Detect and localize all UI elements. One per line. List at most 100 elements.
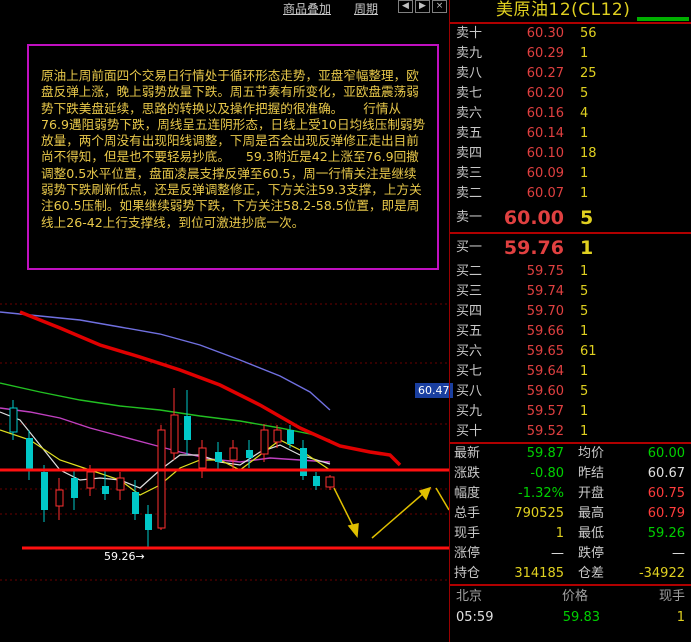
stat-label: 开盘	[578, 486, 605, 501]
stat-label: 最低	[578, 526, 605, 541]
bid-price: 59.64	[526, 364, 564, 379]
ask-price: 60.30	[526, 26, 564, 41]
bid-volume: 1	[580, 364, 589, 379]
bid-row[interactable]: 买七 59.64 1	[450, 362, 691, 382]
stats-row: 最新 59.87 均价 60.00	[450, 444, 691, 464]
bid-volume: 5	[580, 284, 589, 299]
bid-row[interactable]: 买十 59.52 1	[450, 422, 691, 442]
kline-chart[interactable]: 商品叠加 周期 ◀ ▶ × 原油上周前面四个交易日行情处于循环形态走势，亚盘窄幅…	[0, 0, 453, 642]
bid-price: 59.75	[526, 264, 564, 279]
stat-value: 59.87	[526, 446, 564, 461]
stats-table: 最新 59.87 均价 60.00 涨跌 -0.80 昨结 60.67 幅度 -1.32% 开盘 60…	[450, 444, 691, 584]
stats-row: 总手 790525 最高 60.79	[450, 504, 691, 524]
bid-volume: 61	[580, 344, 597, 359]
current-price-tag: 60.47	[415, 383, 453, 398]
ask-book: 卖十 60.30 56 卖九 60.29 1 卖八 60.27 25 卖七 60.20 5 卖六 60.1…	[450, 24, 691, 232]
bid-label: 买四	[456, 304, 483, 319]
ask-row[interactable]: 卖三 60.09 1	[450, 164, 691, 184]
bid-price: 59.57	[526, 404, 564, 419]
stats-row: 现手 1 最低 59.26	[450, 524, 691, 544]
ask-price: 60.09	[526, 166, 564, 181]
ask-price: 60.27	[526, 66, 564, 81]
bid-price: 59.66	[526, 324, 564, 339]
bid-row[interactable]: 买八 59.60 5	[450, 382, 691, 402]
ask-price: 60.10	[526, 146, 564, 161]
stat-value: -0.80	[530, 466, 564, 481]
instrument-title: 美原油12(CL12)	[496, 0, 631, 20]
ticks-header: 北京 价格 现手	[450, 586, 691, 608]
ask-volume: 18	[580, 146, 597, 161]
bid-volume: 1	[580, 424, 589, 439]
ask-label: 卖六	[456, 106, 483, 121]
ask-row[interactable]: 卖九 60.29 1	[450, 44, 691, 64]
stat-value: 59.26	[647, 526, 685, 541]
ask-label: 卖九	[456, 46, 483, 61]
stat-label: 幅度	[454, 486, 481, 501]
ask-row[interactable]: 卖一 60.00 5	[450, 204, 691, 232]
ticks-col-vol: 现手	[658, 589, 685, 604]
ask-volume: 25	[580, 66, 597, 81]
stat-label: 总手	[454, 506, 481, 521]
stat-value: 60.79	[647, 506, 685, 521]
ask-row[interactable]: 卖二 60.07 1	[450, 184, 691, 204]
ticks-list: 05:59 59.83 1	[450, 608, 691, 628]
bid-label: 买十	[456, 424, 483, 439]
bid-volume: 5	[580, 304, 589, 319]
bid-row[interactable]: 买一 59.76 1	[450, 234, 691, 262]
bid-volume: 1	[580, 237, 594, 259]
low-price-label: 59.26→	[104, 550, 145, 563]
ask-label: 卖五	[456, 126, 483, 141]
bid-label: 买九	[456, 404, 483, 419]
ask-label: 卖三	[456, 166, 483, 181]
ask-row[interactable]: 卖十 60.30 56	[450, 24, 691, 44]
tick-volume: 1	[676, 610, 685, 625]
bid-price: 59.60	[526, 384, 564, 399]
bid-price: 59.74	[526, 284, 564, 299]
bid-book: 买一 59.76 1 买二 59.75 1 买三 59.74 5 买四 59.70 5 买五 59.66 1…	[450, 234, 691, 442]
bid-row[interactable]: 买九 59.57 1	[450, 402, 691, 422]
bid-label: 买五	[456, 324, 483, 339]
bid-row[interactable]: 买三 59.74 5	[450, 282, 691, 302]
ask-row[interactable]: 卖四 60.10 18	[450, 144, 691, 164]
stat-value: -34922	[638, 566, 685, 581]
bid-label: 买八	[456, 384, 483, 399]
ticks-col-price: 价格	[562, 589, 589, 604]
stat-label: 仓差	[578, 566, 605, 581]
title-indicator	[637, 17, 689, 21]
stat-value: 60.67	[647, 466, 685, 481]
ask-volume: 56	[580, 26, 597, 41]
stat-value: 790525	[514, 506, 564, 521]
tick-time: 05:59	[456, 610, 494, 625]
ask-label: 卖七	[456, 86, 483, 101]
quote-title-bar: 美原油12(CL12)	[450, 0, 691, 22]
bid-row[interactable]: 买六 59.65 61	[450, 342, 691, 362]
ask-row[interactable]: 卖七 60.20 5	[450, 84, 691, 104]
bid-label: 买一	[456, 240, 483, 255]
ask-row[interactable]: 卖八 60.27 25	[450, 64, 691, 84]
bid-price: 59.70	[526, 304, 564, 319]
stats-row: 幅度 -1.32% 开盘 60.75	[450, 484, 691, 504]
ask-row[interactable]: 卖六 60.16 4	[450, 104, 691, 124]
bid-row[interactable]: 买二 59.75 1	[450, 262, 691, 282]
bid-label: 买六	[456, 344, 483, 359]
stat-value: 1	[555, 526, 564, 541]
bid-label: 买七	[456, 364, 483, 379]
ask-label: 卖八	[456, 66, 483, 81]
stat-value: -1.32%	[518, 486, 564, 501]
stat-value: —	[551, 546, 564, 561]
stat-label: 跌停	[578, 546, 605, 561]
stat-label: 涨跌	[454, 466, 481, 481]
bid-row[interactable]: 买五 59.66 1	[450, 322, 691, 342]
stats-row: 涨跌 -0.80 昨结 60.67	[450, 464, 691, 484]
stat-value: 60.00	[647, 446, 685, 461]
ask-volume: 5	[580, 207, 594, 229]
bid-row[interactable]: 买四 59.70 5	[450, 302, 691, 322]
bid-volume: 1	[580, 324, 589, 339]
tick-row: 05:59 59.83 1	[450, 608, 691, 628]
stats-row: 涨停 — 跌停 —	[450, 544, 691, 564]
ask-price: 60.20	[526, 86, 564, 101]
ask-label: 卖二	[456, 186, 483, 201]
bid-label: 买二	[456, 264, 483, 279]
stat-label: 最高	[578, 506, 605, 521]
ask-row[interactable]: 卖五 60.14 1	[450, 124, 691, 144]
